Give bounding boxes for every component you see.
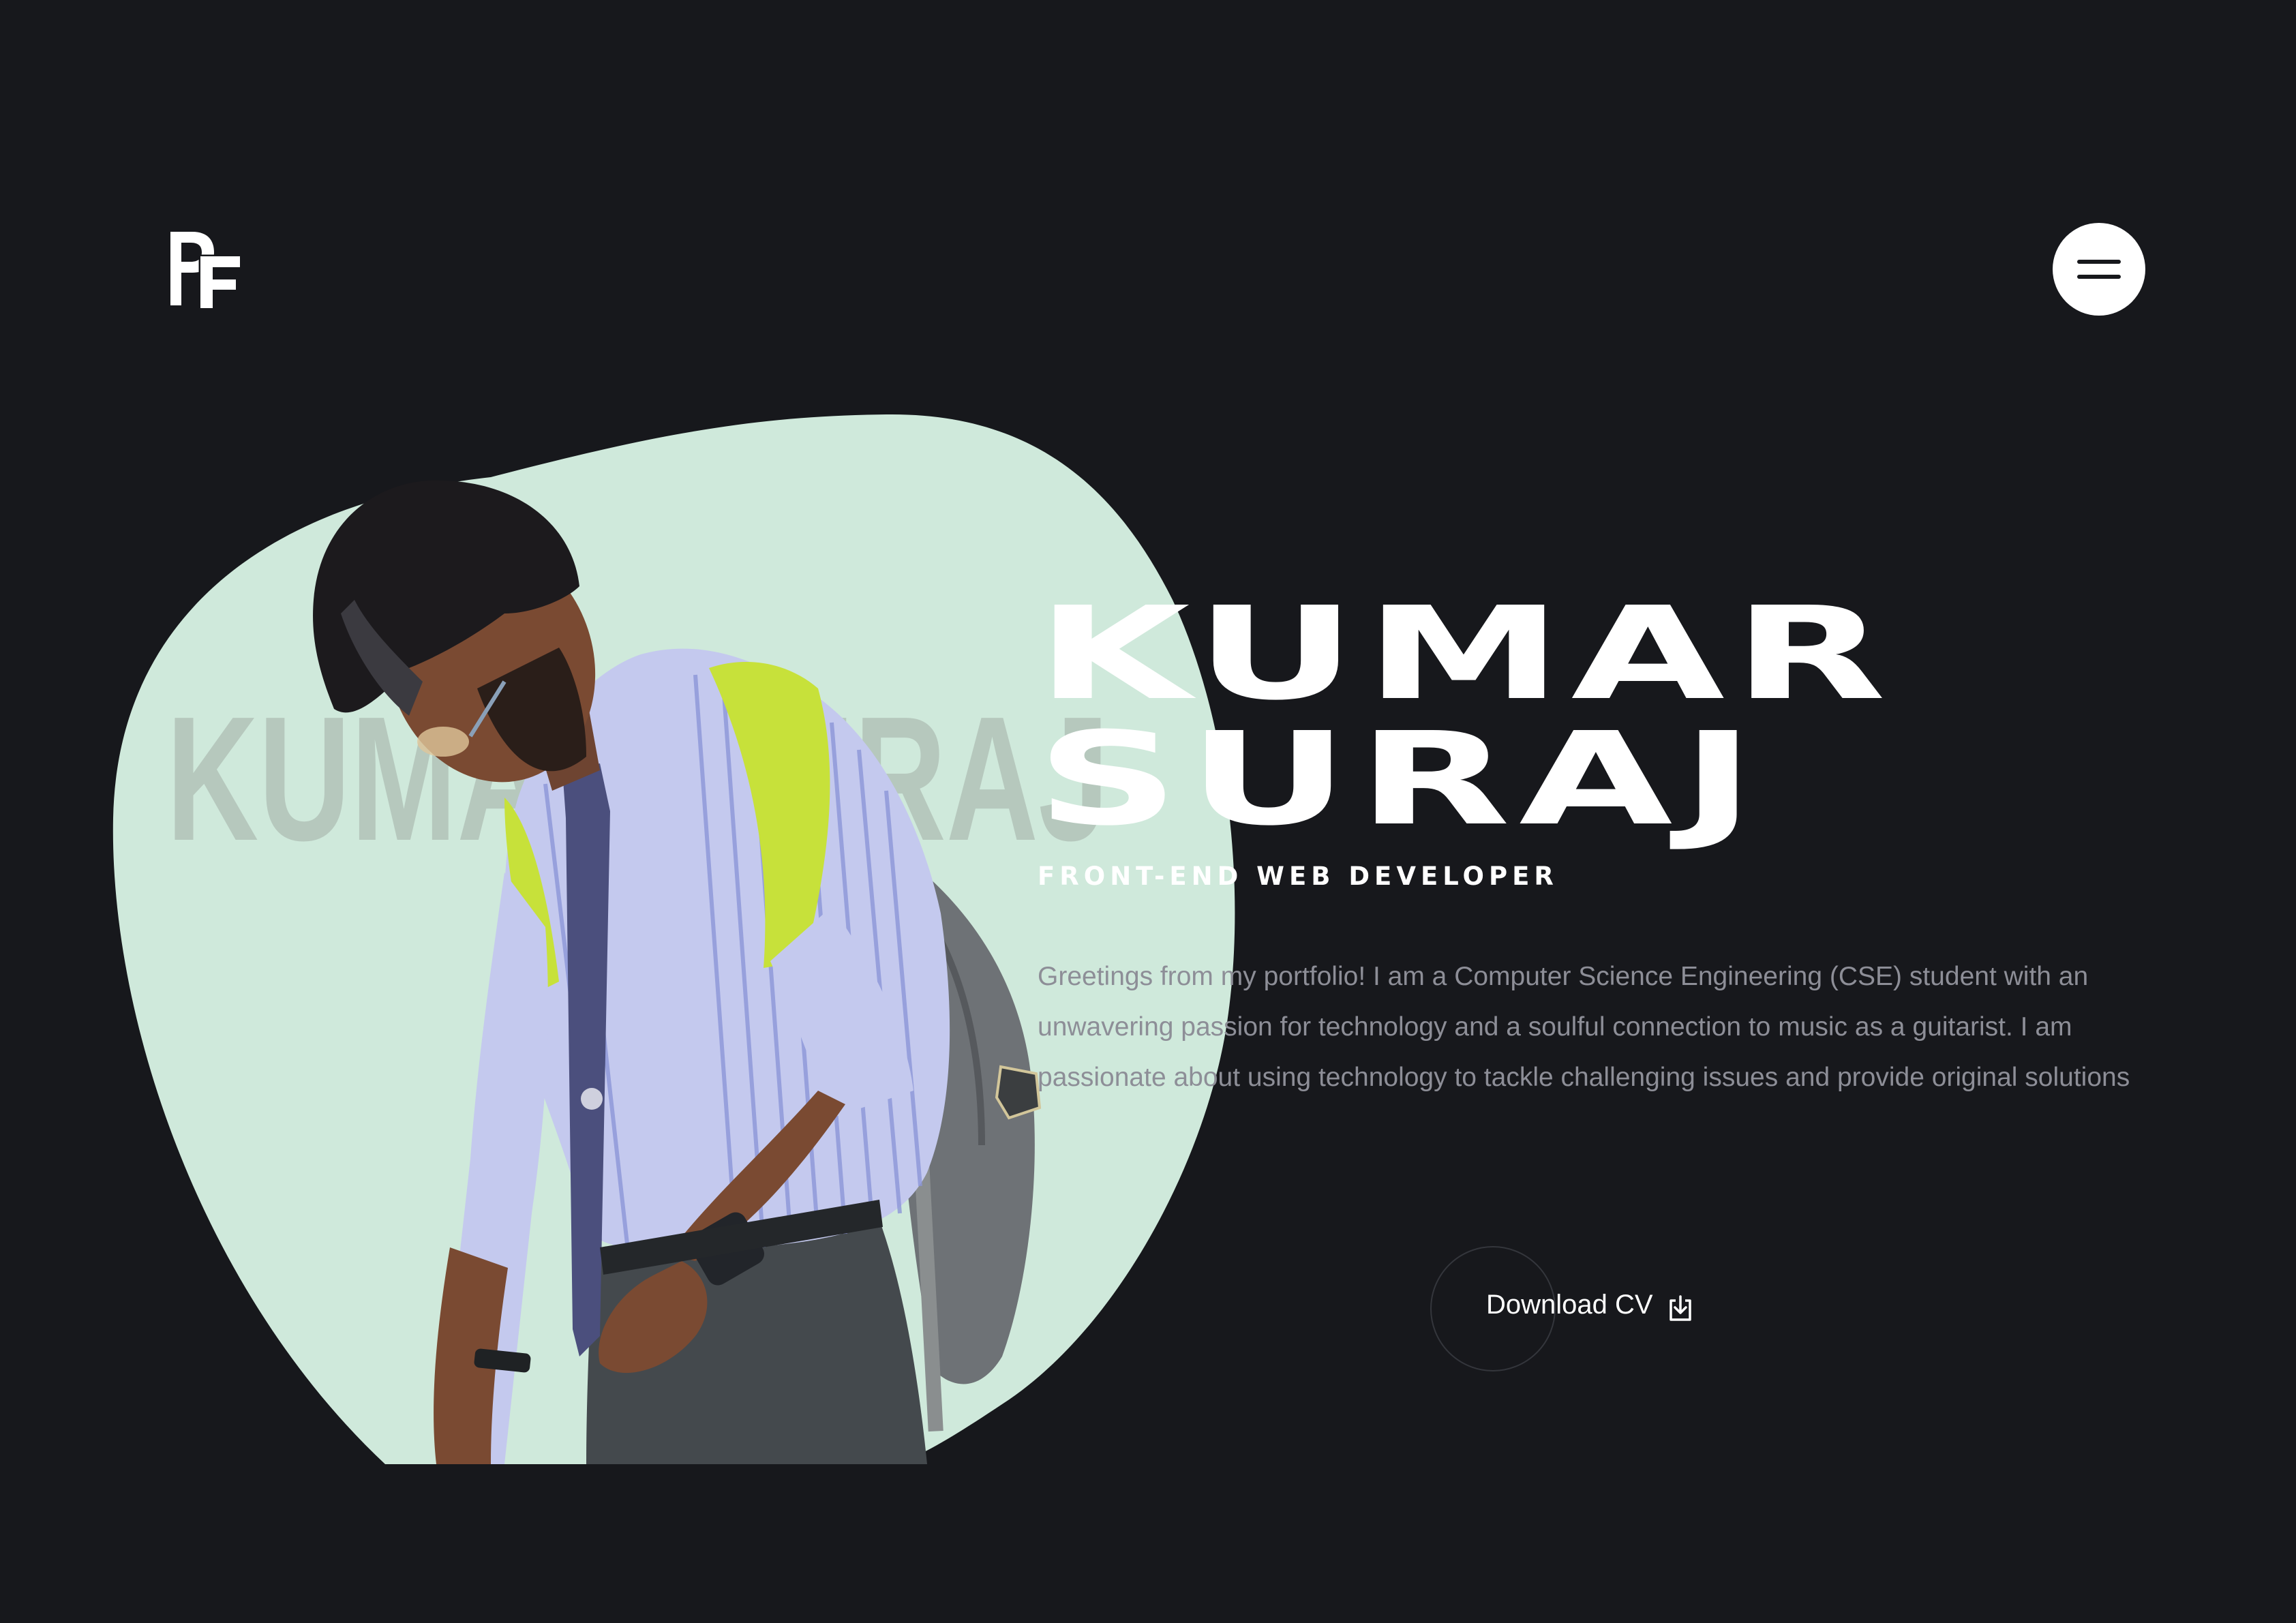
hero-role: FRONT-END WEB DEVELOPER — [1038, 862, 1558, 891]
download-cv-label: Download CV — [1486, 1290, 1653, 1320]
hero-name-first: KUMAR — [1036, 579, 1895, 729]
hero-name: KUMAR SURAJ — [1036, 590, 1886, 844]
download-cv-button[interactable]: Download CV — [1430, 1246, 1717, 1371]
hero-bio: Greetings from my portfolio! I am a Comp… — [1038, 962, 2130, 1092]
download-icon — [1670, 1295, 1691, 1321]
hero-name-last: SURAJ — [1036, 705, 1764, 854]
